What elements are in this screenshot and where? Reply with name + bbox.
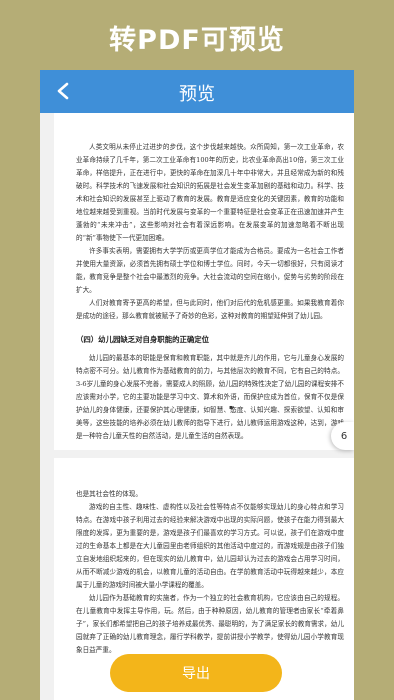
export-button[interactable]: 导出: [110, 654, 282, 692]
app-bar: 预览: [40, 70, 354, 113]
paragraph: 许多事实表明，需要拥有大学学历或更高学位才能成为合格员。要成为一名社会工作者并使…: [76, 247, 344, 294]
paragraph: 人们对教育寄予更高的希望，但与此同时，他们对后代的危机感更重。如果我教育着你是成…: [76, 299, 344, 320]
promo-banner-title: 转PDF可预览: [109, 25, 285, 56]
pdf-page: 人类文明从未停止过进步的步伐，这个步伐越来越快。众所周知，第一次工业革命，农业革…: [54, 113, 354, 450]
paragraph: 幼儿园的最基本的职能是保育和教育职能，其中就是齐儿的作用，它与儿童身心发展的特点…: [76, 354, 344, 440]
paragraph: 游戏的自主性、趣味性、虚构性以及社会性等特点不仅能够实现幼儿的身心特点和学习特点…: [76, 503, 344, 589]
paragraph: 幼儿园作为基础教育的实施者，作为一个独立的社会教育机构，它应该由自己的规程。在儿…: [76, 594, 344, 654]
page-title: 预览: [179, 84, 215, 105]
paragraph: 人类文明从未停止过进步的步伐，这个步伐越来越快。众所周知，第一次工业革命，农业革…: [76, 143, 344, 242]
pdf-preview-area[interactable]: 人类文明从未停止过进步的步伐，这个步伐越来越快。众所周知，第一次工业革命，农业革…: [40, 113, 354, 700]
page-separator-mark: ▪: [229, 404, 234, 411]
phone-screen: 预览 人类文明从未停止过进步的步伐，这个步伐越来越快。众所周知，第一次工业革命，…: [40, 70, 354, 700]
section-heading: （四）幼儿园缺乏对自身职能的正确定位: [76, 335, 210, 344]
page-number-indicator: 6: [331, 422, 354, 450]
paragraph: 也是其社会性的体现。: [76, 490, 142, 498]
